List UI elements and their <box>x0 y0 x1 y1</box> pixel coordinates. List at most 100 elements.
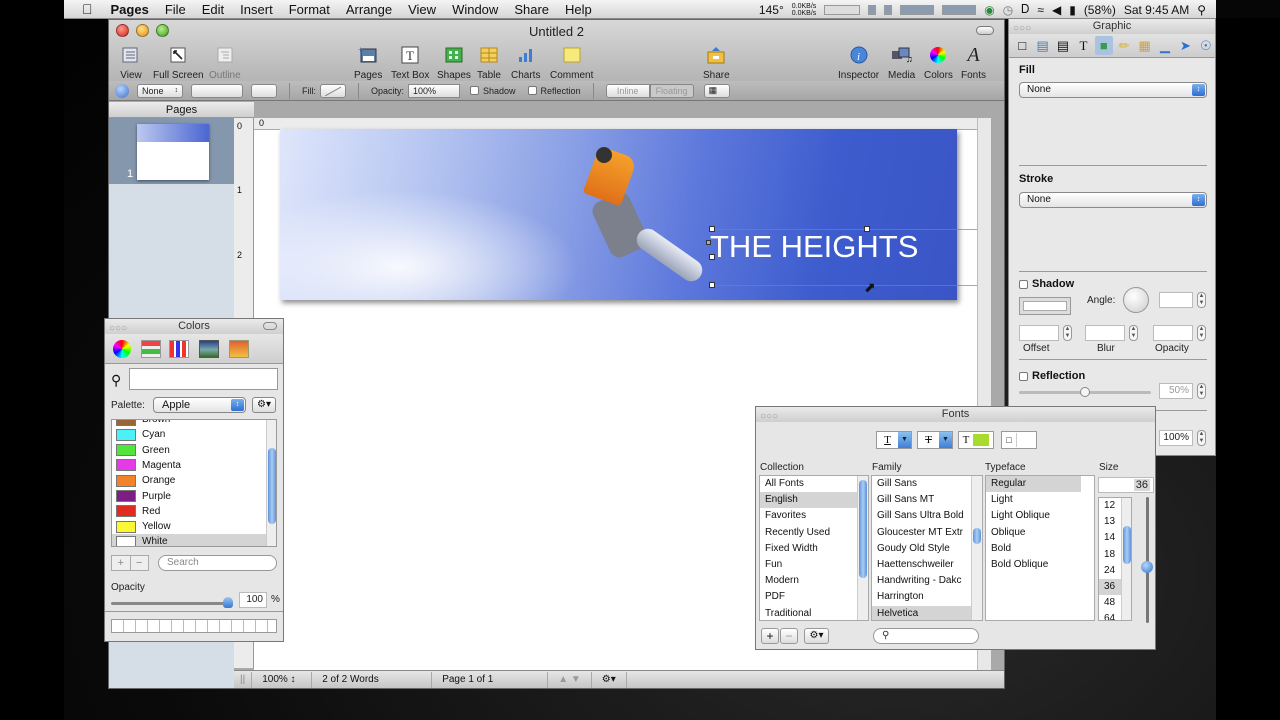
color-palettes-tab[interactable] <box>169 340 189 358</box>
font-list-item[interactable]: Handwriting - Dakc <box>872 573 971 589</box>
remove-color-button[interactable]: − <box>131 556 149 570</box>
menu-view[interactable]: View <box>400 2 444 17</box>
quicktime-inspector-tab[interactable]: ☉ <box>1197 36 1215 55</box>
shadow-checkbox[interactable]: Shadow <box>470 86 516 96</box>
full-screen-button[interactable]: Full Screen <box>153 44 204 81</box>
blur-field[interactable] <box>1085 325 1125 341</box>
reflection-field[interactable]: 50% <box>1159 383 1193 399</box>
font-list-item[interactable]: Haettenschweiler <box>872 557 971 573</box>
colors-button[interactable]: Colors <box>924 44 953 81</box>
font-list-item[interactable]: Modern <box>760 573 857 589</box>
size-slider-knob[interactable] <box>1141 561 1153 573</box>
color-name-search[interactable]: Search <box>158 555 277 571</box>
opacity-slider-knob[interactable] <box>223 597 233 608</box>
add-color-button[interactable]: + <box>112 556 131 570</box>
shadow-color-well[interactable] <box>1019 297 1071 315</box>
battery-percent[interactable]: (58%) <box>1084 3 1116 17</box>
reflection-checkbox[interactable]: Reflection <box>527 86 581 96</box>
selection-handle[interactable] <box>709 226 715 232</box>
stroke-color-well[interactable] <box>251 83 277 98</box>
angle-stepper[interactable]: ▲ ▼ <box>1197 292 1206 308</box>
wifi-icon[interactable]: ≈ <box>1037 3 1044 17</box>
font-list-item[interactable]: 14 <box>1099 530 1121 546</box>
table-inspector-tab[interactable]: ▦ <box>1135 36 1153 55</box>
fonts-gear-icon[interactable]: ⚙▾ <box>804 628 829 644</box>
image-palettes-tab[interactable] <box>199 340 219 358</box>
font-list-item[interactable]: All Fonts <box>760 476 857 492</box>
banner-image[interactable]: THE HEIGHTS <box>280 129 957 300</box>
remove-collection-button[interactable]: − <box>780 628 798 644</box>
font-list-item[interactable]: Fixed Width <box>760 541 857 557</box>
font-list-item[interactable]: 24 <box>1099 563 1121 579</box>
page-thumbnail[interactable] <box>137 124 209 180</box>
shapes-button[interactable]: Shapes <box>437 44 471 81</box>
clock[interactable]: Sat 9:45 AM <box>1124 3 1189 17</box>
memory-meter[interactable] <box>868 4 877 15</box>
stroke-popup[interactable]: None ↕ <box>1019 192 1207 208</box>
reflection-stepper[interactable]: ▲ ▼ <box>1197 383 1206 399</box>
selection-handle[interactable] <box>864 226 870 232</box>
menu-app[interactable]: Pages <box>103 2 157 17</box>
family-scrollbar[interactable] <box>971 476 982 620</box>
offset-stepper[interactable]: ▲ ▼ <box>1063 325 1072 341</box>
font-list-item[interactable]: 48 <box>1099 595 1121 611</box>
table-button[interactable]: Table <box>477 44 501 81</box>
size-field[interactable]: 36 <box>1098 477 1154 493</box>
color-swatch-row[interactable]: White <box>112 534 268 546</box>
opacity-slider[interactable] <box>111 597 233 608</box>
menu-insert[interactable]: Insert <box>232 2 281 17</box>
font-list-item[interactable]: Traditional <box>760 606 857 621</box>
heading-text-box[interactable]: THE HEIGHTS <box>710 229 918 265</box>
font-search-field[interactable]: ⚲ <box>873 628 979 644</box>
menu-edit[interactable]: Edit <box>194 2 232 17</box>
shadow-checkbox[interactable]: Shadow <box>1019 278 1074 290</box>
inspector-button[interactable]: i Inspector <box>838 44 879 81</box>
menu-share[interactable]: Share <box>506 2 557 17</box>
font-list-item[interactable]: Goudy Old Style <box>872 541 971 557</box>
inline-button[interactable]: Inline <box>605 83 650 98</box>
font-list-item[interactable]: Gill Sans <box>872 476 971 492</box>
pages-button[interactable]: + Pages <box>354 44 382 81</box>
panel-window-buttons[interactable]: ○○○ <box>760 409 778 424</box>
font-list-item[interactable]: Oblique <box>986 525 1081 541</box>
chrome-icon[interactable]: ◉ <box>984 3 994 17</box>
media-button[interactable]: ♫ Media <box>888 44 915 81</box>
palette-popup[interactable]: Apple ↕ <box>153 397 246 413</box>
text-insertion-handle[interactable] <box>706 240 711 245</box>
graphic-styles-icon[interactable] <box>115 83 129 98</box>
font-list-item[interactable]: Harrington <box>872 589 971 605</box>
add-collection-button[interactable]: + <box>761 628 779 644</box>
size-slider[interactable] <box>1141 497 1153 623</box>
text-inspector-tab[interactable]: T <box>1074 36 1092 55</box>
opacity-field[interactable]: 100 <box>239 592 267 608</box>
outline-button[interactable]: Outline <box>209 44 241 81</box>
color-swatch-row[interactable]: Brown <box>112 420 268 427</box>
object-opacity-stepper[interactable]: ▲ ▼ <box>1197 430 1206 446</box>
share-button[interactable]: Share <box>703 44 730 81</box>
selection-handle[interactable] <box>709 254 715 260</box>
reflection-slider[interactable] <box>1019 387 1151 397</box>
comment-button[interactable]: Comment <box>550 44 593 81</box>
document-color-well[interactable]: □ <box>1001 431 1037 449</box>
color-search-field[interactable] <box>129 368 278 390</box>
font-list-item[interactable]: Light Oblique <box>986 508 1081 524</box>
selection-handle[interactable] <box>709 282 715 288</box>
cpu-graph-1[interactable] <box>900 4 935 15</box>
color-swatch-row[interactable]: Yellow <box>112 519 268 534</box>
menu-format[interactable]: Format <box>281 2 338 17</box>
text-box-button[interactable]: T Text Box <box>391 44 429 81</box>
scroll-thumb[interactable] <box>268 448 276 524</box>
wrap-inspector-tab[interactable]: ▤ <box>1054 36 1072 55</box>
strikethrough-popup[interactable]: T ▼ <box>917 431 953 449</box>
crayons-tab[interactable] <box>229 340 249 358</box>
swatch-tray[interactable] <box>111 619 277 633</box>
disk-meter[interactable] <box>884 4 893 15</box>
object-opacity-field[interactable]: 100% <box>1159 430 1193 446</box>
stroke-style-popup[interactable]: None ↕ <box>137 83 183 98</box>
color-wheel-tab[interactable] <box>113 340 131 358</box>
font-list-item[interactable]: Light <box>986 492 1081 508</box>
collection-scrollbar[interactable] <box>857 476 868 620</box>
statusbar-gear-icon[interactable]: ⚙▾ <box>592 671 627 688</box>
scroll-thumb[interactable] <box>1123 526 1131 564</box>
zoom-popup[interactable]: 100% ↕ <box>252 671 313 688</box>
